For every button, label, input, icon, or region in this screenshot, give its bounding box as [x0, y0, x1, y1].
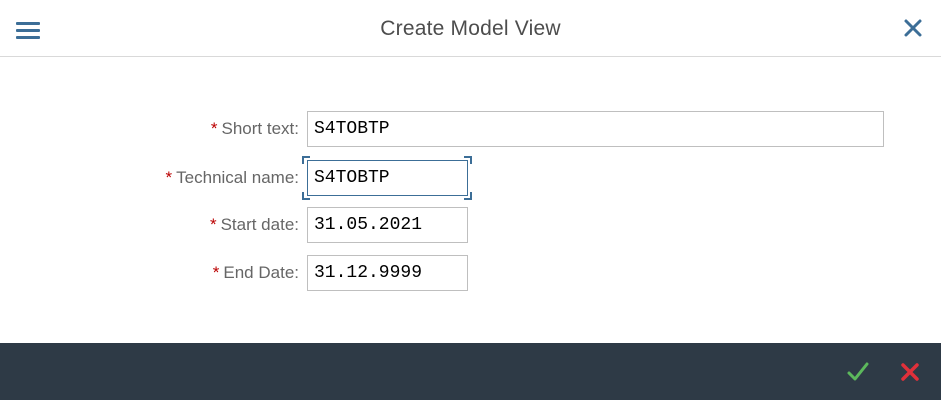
required-marker: *	[209, 215, 217, 234]
cancel-x-icon[interactable]	[897, 359, 923, 385]
required-marker: *	[210, 119, 218, 138]
end-date-label: * End Date:	[212, 263, 299, 282]
technical-name-row: * Technical name:	[0, 156, 941, 200]
required-marker: *	[212, 263, 220, 282]
end-date-row: * End Date:	[0, 255, 941, 291]
end-date-input[interactable]	[307, 255, 468, 291]
start-date-label: * Start date:	[209, 215, 299, 234]
close-icon[interactable]	[901, 16, 925, 40]
model-view-form: *Short text: *Technical name: *Start dat…	[0, 57, 941, 343]
start-date-row: * Start date:	[0, 207, 941, 243]
dialog-header: Create Model View	[0, 0, 941, 57]
technical-name-input[interactable]	[307, 160, 468, 196]
start-date-input[interactable]	[307, 207, 468, 243]
dialog-footer	[0, 343, 941, 400]
create-model-view-dialog: Create Model View *Short text: *Technica…	[0, 0, 941, 400]
checkmark-icon[interactable]	[845, 359, 871, 385]
required-marker: *	[165, 168, 173, 187]
short-text-input[interactable]	[307, 111, 884, 147]
technical-name-label: * Technical name:	[165, 168, 299, 187]
short-text-label: * Short text:	[210, 119, 299, 138]
dialog-title: Create Model View	[380, 17, 561, 40]
short-text-row: * Short text:	[0, 111, 941, 147]
